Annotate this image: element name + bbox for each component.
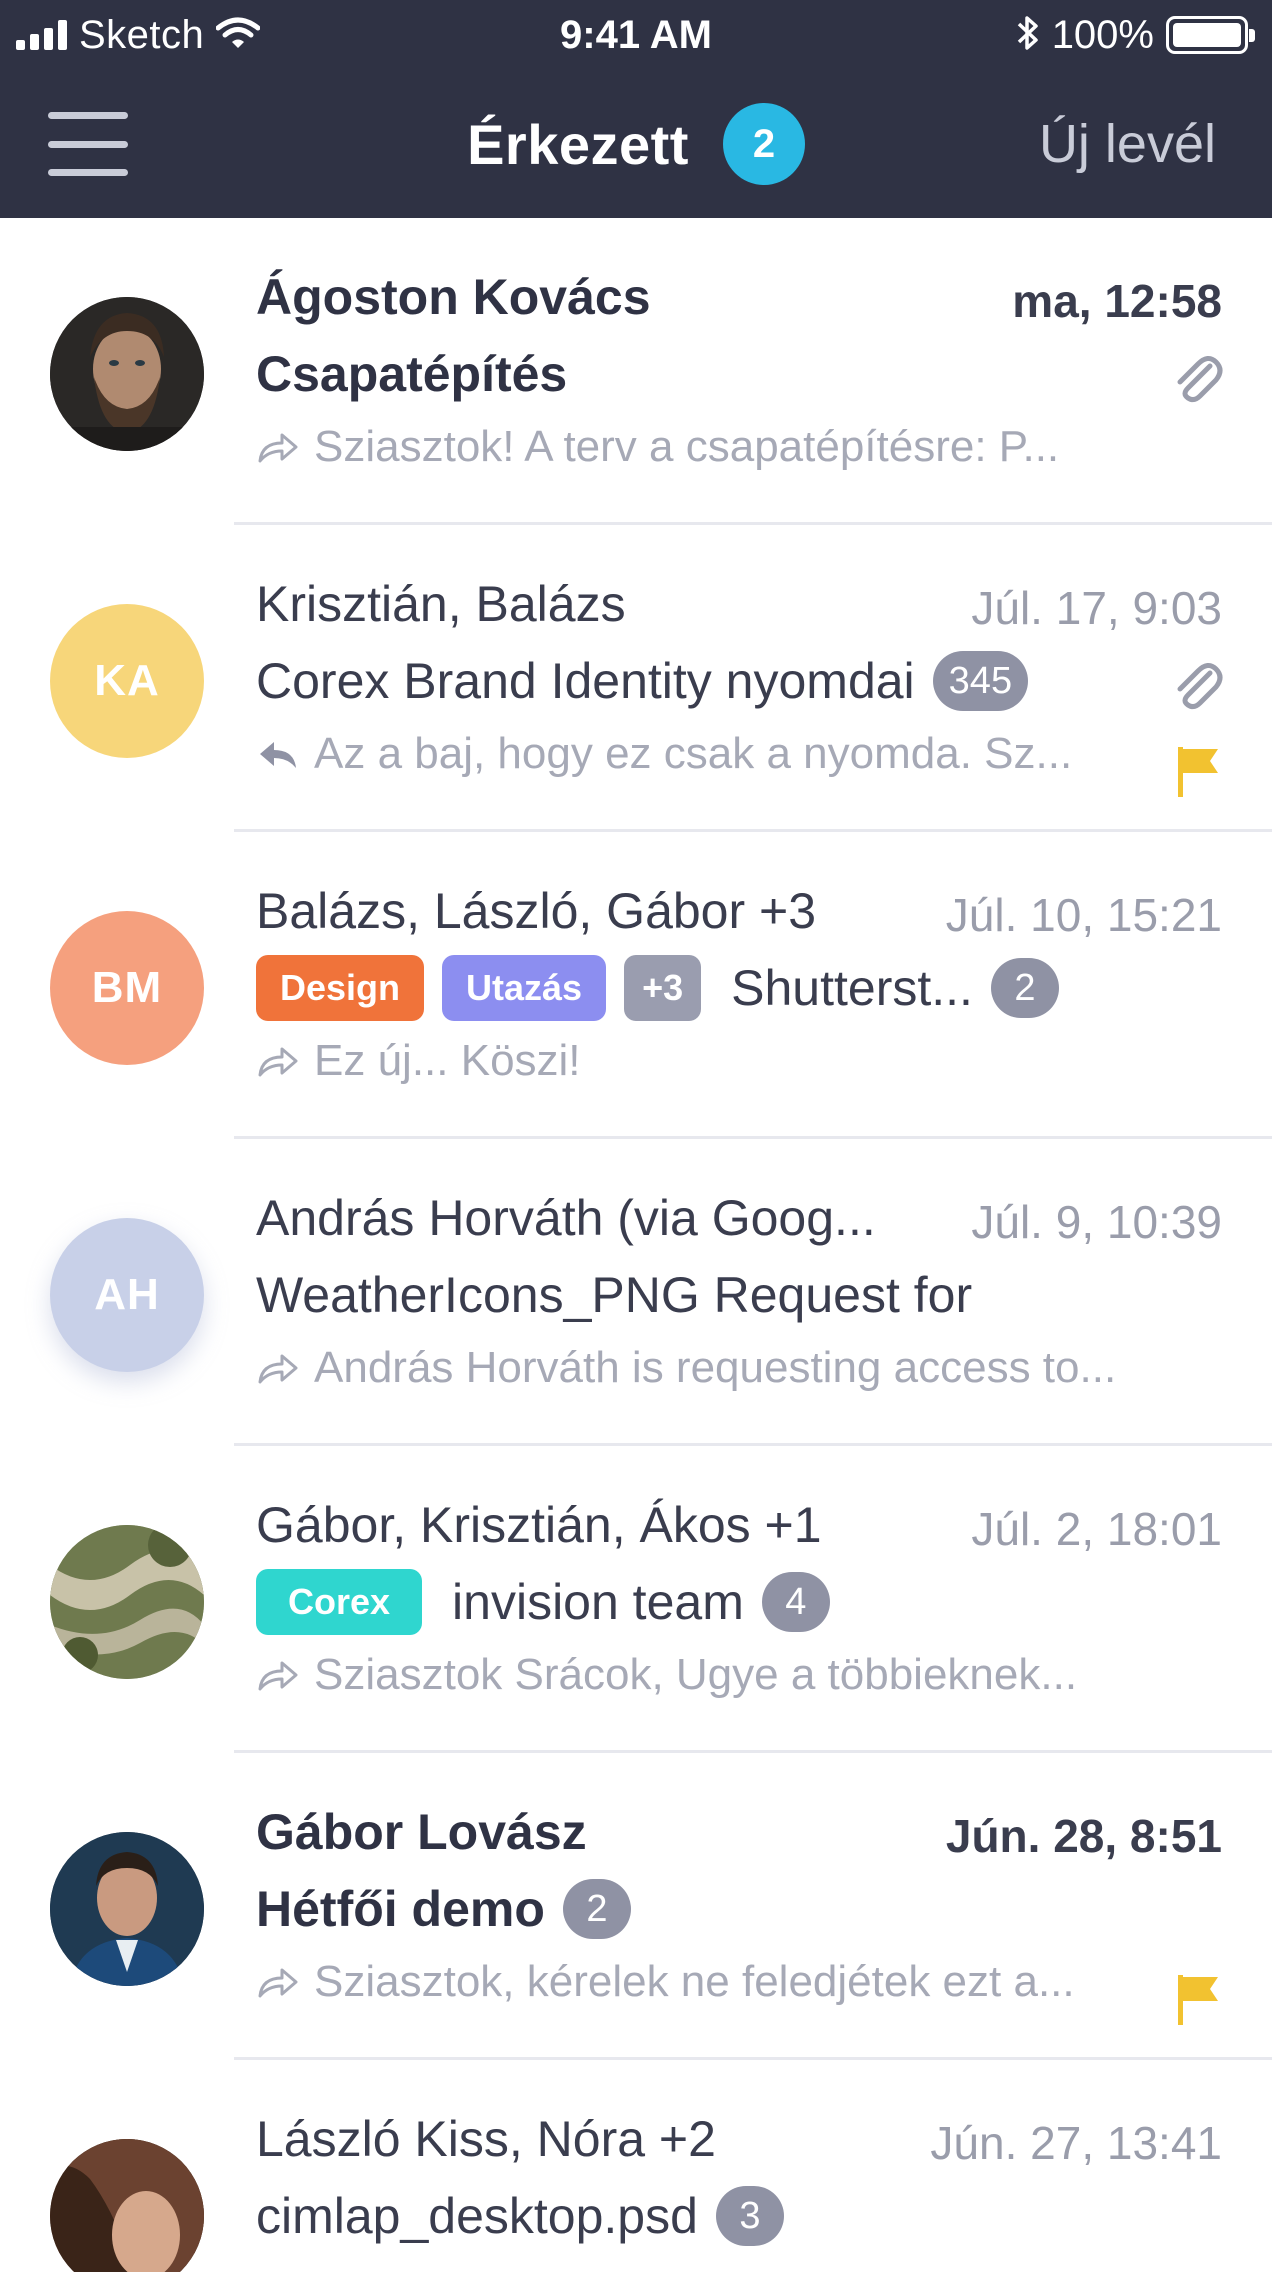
email-preview-line: Sziasztok Srácok, Ugye a többieknek... <box>256 1650 1077 1700</box>
email-date: Júl. 17, 9:03 <box>971 582 1222 634</box>
battery-icon <box>1166 16 1255 54</box>
email-sender: Balázs, László, Gábor +3 <box>256 883 817 939</box>
email-subject: Corex Brand Identity nyomdai <box>256 653 915 709</box>
email-date: Júl. 9, 10:39 <box>971 1196 1222 1248</box>
email-subject: Hétfői demo <box>256 1881 545 1937</box>
email-preview: András Horváth is requesting access to..… <box>314 1343 1117 1392</box>
email-sender: Gábor, Krisztián, Ákos +1 <box>256 1497 822 1553</box>
email-date: ma, 12:58 <box>1012 275 1222 327</box>
email-subject: cimlap_desktop.psd <box>256 2188 698 2244</box>
avatar: KA <box>50 604 204 758</box>
avatar: BM <box>50 911 204 1065</box>
email-date: Júl. 10, 15:21 <box>945 889 1222 941</box>
flag-icon <box>1174 1971 1222 2027</box>
status-bar: Sketch 9:41 AM 100% <box>0 0 1272 70</box>
thread-count-badge: 345 <box>932 651 1029 711</box>
forward-icon <box>256 1350 300 1386</box>
forward-icon <box>256 1657 300 1693</box>
email-date: Jún. 28, 8:51 <box>945 1810 1222 1862</box>
thread-count-badge: 2 <box>562 1879 631 1939</box>
email-preview-line: Sziasztok! A terv a csapatépítésre: P... <box>256 422 1059 472</box>
thread-count-badge: 2 <box>990 958 1059 1018</box>
email-subject-line: Design Utazás +3 Shutterst... 2 <box>256 948 1059 1028</box>
email-subject: WeatherIcons_PNG Request for <box>256 1267 973 1323</box>
forward-icon <box>256 429 300 465</box>
email-date: Júl. 2, 18:01 <box>971 1503 1222 1555</box>
bluetooth-icon <box>1016 14 1040 57</box>
email-sender: András Horváth (via Goog... <box>256 1190 876 1246</box>
email-subject-line: Corex invision team 4 <box>256 1562 830 1642</box>
battery-percent: 100% <box>1051 12 1154 57</box>
tag-more: +3 <box>624 955 702 1021</box>
email-subject: Csapatépítés <box>256 346 568 402</box>
email-sender: Gábor Lovász <box>256 1804 587 1860</box>
email-preview: Az a baj, hogy ez csak a nyomda. Sz... <box>314 729 1073 778</box>
avatar <box>50 2139 204 2272</box>
email-preview: Sziasztok! A terv a csapatépítésre: P... <box>314 422 1060 471</box>
flag-icon <box>1174 743 1222 799</box>
compose-button[interactable]: Új levél <box>1039 70 1216 218</box>
email-preview: Sziasztok, kérelek ne feledjétek ezt a..… <box>314 1957 1075 2006</box>
app-header: Sketch 9:41 AM 100% Érkezett 2 Új levél <box>0 0 1272 218</box>
email-subject: Shutterst... <box>731 960 973 1016</box>
tag-utazas: Utazás <box>442 955 607 1021</box>
reply-icon <box>256 736 300 772</box>
email-row[interactable]: BM Balázs, László, Gábor +3 Júl. 10, 15:… <box>0 832 1272 1139</box>
email-sender: Krisztián, Balázs <box>256 576 626 632</box>
email-preview: Ez új... Köszi! <box>314 1036 581 1085</box>
email-preview-line: Sziasztok, kérelek ne feledjétek ezt a..… <box>256 1957 1075 2007</box>
email-sender: László Kiss, Nóra +2 <box>256 2111 716 2167</box>
email-list: Ágoston Kovács ma, 12:58 Csapatépítés Sz… <box>0 218 1272 2272</box>
avatar <box>50 1525 204 1679</box>
email-date: Jún. 27, 13:41 <box>930 2117 1222 2169</box>
email-subject-line: cimlap_desktop.psd 3 <box>256 2176 784 2256</box>
email-preview-line: András Horváth is requesting access to..… <box>256 1343 1116 1393</box>
email-row[interactable]: Ágoston Kovács ma, 12:58 Csapatépítés Sz… <box>0 218 1272 525</box>
page-title: Érkezett <box>467 112 689 176</box>
email-subject-line: Csapatépítés <box>256 334 567 414</box>
email-row[interactable]: KA Krisztián, Balázs Júl. 17, 9:03 Corex… <box>0 525 1272 832</box>
email-row[interactable]: László Kiss, Nóra +2 Jún. 27, 13:41 ciml… <box>0 2060 1272 2272</box>
email-subject: invision team <box>452 1574 744 1630</box>
tag-corex: Corex <box>256 1569 423 1635</box>
email-row[interactable]: Gábor Lovász Jún. 28, 8:51 Hétfői demo 2… <box>0 1753 1272 2060</box>
email-sender: Ágoston Kovács <box>256 269 651 325</box>
thread-count-badge: 4 <box>761 1572 830 1632</box>
email-row[interactable]: Gábor, Krisztián, Ákos +1 Júl. 2, 18:01 … <box>0 1446 1272 1753</box>
avatar <box>50 1832 204 1986</box>
thread-count-badge: 3 <box>715 2186 784 2246</box>
email-row[interactable]: AH András Horváth (via Goog... Júl. 9, 1… <box>0 1139 1272 1446</box>
unread-count-badge: 2 <box>722 103 805 185</box>
email-preview-line: Az a baj, hogy ez csak a nyomda. Sz... <box>256 729 1072 779</box>
paperclip-icon <box>1170 352 1224 406</box>
tag-design: Design <box>256 955 425 1021</box>
email-preview-line: Ez új... Köszi! <box>256 1036 581 1086</box>
avatar: AH <box>50 1218 204 1372</box>
email-preview: Sziasztok Srácok, Ugye a többieknek... <box>314 1650 1078 1699</box>
status-right: 100% <box>1016 8 1255 62</box>
email-subject-line: WeatherIcons_PNG Request for <box>256 1255 972 1335</box>
paperclip-icon <box>1170 659 1224 713</box>
forward-icon <box>256 1964 300 2000</box>
forward-icon <box>256 1043 300 1079</box>
email-subject-line: Hétfői demo 2 <box>256 1869 631 1949</box>
avatar <box>50 297 204 451</box>
nav-bar: Érkezett 2 Új levél <box>0 70 1272 218</box>
email-subject-line: Corex Brand Identity nyomdai 345 <box>256 641 1029 721</box>
